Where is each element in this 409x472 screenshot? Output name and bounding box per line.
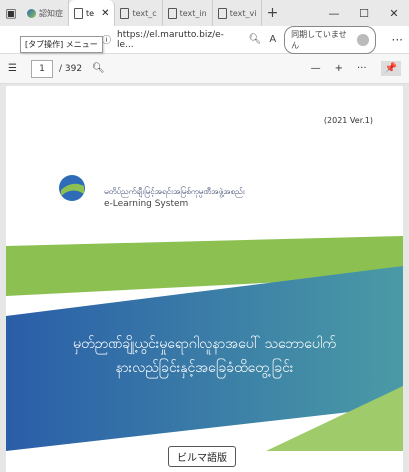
window-controls: — ☐ ✕ [319,0,409,26]
document-icon [167,7,177,19]
document-icon [217,7,227,19]
site-favicon-icon [27,8,36,18]
language-version-label: ビルマ語版 [168,446,236,467]
url-text: https://el.marutto.biz/e-le... [117,29,224,50]
close-tab-icon[interactable]: ✕ [101,8,109,19]
browser-title-bar: ▣ 認知症 te ✕ text_c text_in text_vi + — ☐ … [0,0,409,26]
sync-label: 同期していません [291,29,347,50]
sync-status-button[interactable]: 同期していません [284,25,376,54]
tab-2-label: te [86,8,95,18]
browser-more-icon[interactable]: ··· [392,33,403,47]
pdf-page: (2021 Ver.1) မတိပ်ညက်ချီးမြင့်အရင်းအမြစ်… [6,86,403,472]
close-window-icon[interactable]: ✕ [379,0,409,26]
pdf-more-button[interactable]: ··· [357,63,367,74]
avatar-icon [356,33,369,46]
document-title-line-2: နားလည်ခြင်းနှင့်အခြေခံထိတွေ့ခြင်း [115,360,294,376]
zoom-out-button[interactable]: — [311,63,321,74]
version-label: (2021 Ver.1) [323,116,373,125]
pdf-search-icon[interactable]: 🔍︎ [92,63,105,74]
page-total: / 392 [58,63,83,74]
url-field[interactable]: ⓘ https://el.marutto.biz/e-le... [102,30,239,50]
tab-4-label: text_in [179,8,207,18]
zoom-controls: — + ··· 📌 [311,61,401,76]
document-icon [74,7,83,19]
minimize-icon[interactable]: — [319,0,349,26]
pin-icon[interactable]: 📌 [380,61,401,76]
zoom-icon[interactable]: 🔍︎ [249,34,262,45]
elearning-label: e-Learning System [104,199,189,209]
organization-name: မတိပ်ညက်ချီးမြင့်အရင်းအမြစ်ကုမ္ပဏီအဖွဲ့အ… [104,187,245,196]
tab-5[interactable]: text_vi [213,0,263,26]
tab-1[interactable]: 認知症 [22,0,69,26]
pdf-toolbar: ☰ 1 / 392 🔍︎ — + ··· 📌 [0,54,409,84]
tab-menu-tooltip: [タブ操作] メニュー [20,36,103,53]
read-aloud-icon[interactable]: A [269,34,276,45]
window-menu-icon[interactable]: ▣ [0,2,22,24]
pdf-viewer: (2021 Ver.1) မတိပ်ညက်ချီးမြင့်အရင်းအမြစ်… [0,84,409,472]
tab-3[interactable]: text_c [115,0,163,26]
tab-4[interactable]: text_in [163,0,213,26]
tab-1-label: 認知症 [39,8,63,18]
zoom-in-button[interactable]: + [335,63,343,74]
table-of-contents-icon[interactable]: ☰ [8,63,17,74]
tab-5-label: text_vi [229,8,257,18]
address-bar-icons: 🔍︎ A 同期していません ··· [249,25,403,54]
tab-3-label: text_c [132,8,157,18]
logo-icon [59,175,85,201]
page-number-input[interactable]: 1 [30,59,53,78]
page-info-icon[interactable]: ⓘ [102,33,111,46]
document-title-line-1: မှတ်ဉာဏ်ချို့ယွင်းမှုရောဂါလူနာအပေါ် သဘော… [73,336,336,352]
tab-2-active[interactable]: te ✕ [69,0,116,26]
new-tab-button[interactable]: + [262,5,282,21]
document-icon [120,7,130,19]
maximize-icon[interactable]: ☐ [349,0,379,26]
